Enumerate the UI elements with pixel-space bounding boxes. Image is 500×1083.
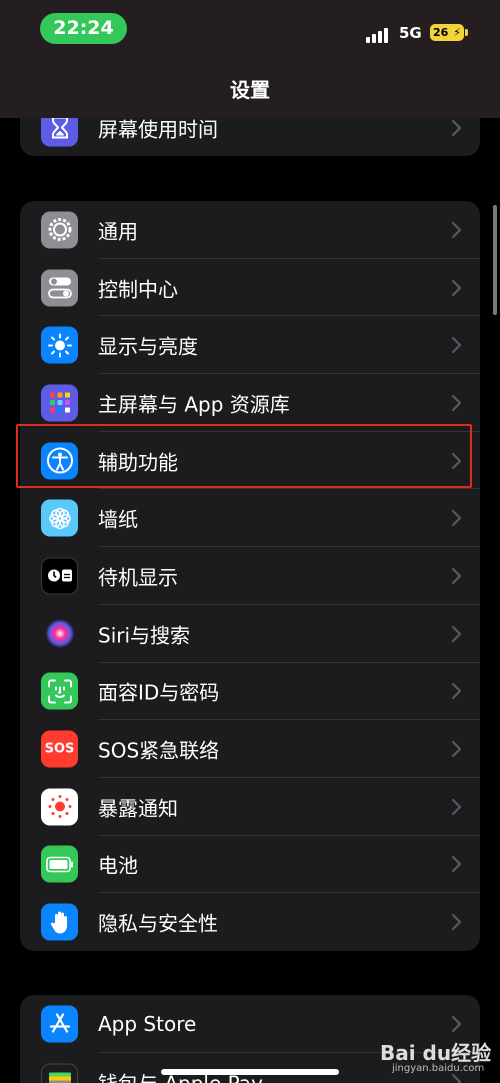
app-store-icon (41, 1005, 78, 1043)
settings-row-wallpaper[interactable]: 墙纸 (20, 489, 480, 548)
chevron-right-icon (451, 798, 462, 815)
face-id-icon (41, 672, 78, 710)
page-title: 设置 (230, 78, 270, 102)
baidu-watermark: Bai du经验 (380, 1041, 492, 1065)
chevron-right-icon (451, 119, 462, 136)
settings-row-privacy-security[interactable]: 隐私与安全性 (20, 893, 480, 951)
settings-row-label: App Store (98, 1011, 197, 1036)
chevron-right-icon (451, 740, 462, 758)
settings-row-display-brightness[interactable]: 显示与亮度 (20, 316, 480, 375)
settings-row-label: Siri与搜索 (98, 623, 191, 648)
settings-row-home-screen[interactable]: 主屏幕与 App 资源库 (20, 374, 480, 432)
settings-row-label: 显示与亮度 (98, 334, 198, 359)
settings-row-label: 隐私与安全性 (98, 911, 218, 936)
settings-row-label: 面容ID与密码 (98, 680, 220, 705)
settings-row-label: 主屏幕与 App 资源库 (98, 392, 290, 417)
settings-row-label: 待机显示 (98, 565, 178, 590)
settings-row-label: 辅助功能 (98, 450, 178, 475)
app-grid-icon (41, 384, 78, 422)
settings-row-label: 通用 (98, 219, 138, 244)
chevron-right-icon (451, 567, 462, 585)
settings-row-label: 电池 (98, 853, 138, 878)
settings-row-emergency-sos[interactable]: SOS SOS紧急联络 (20, 720, 480, 778)
settings-row-label: 控制中心 (98, 277, 178, 302)
sun-icon (41, 326, 78, 364)
cellular-signal-icon (366, 25, 392, 43)
chevron-right-icon (451, 1073, 462, 1083)
baidu-watermark-url: jingyan.baidu.com (392, 1063, 485, 1074)
sos-icon: SOS (41, 730, 78, 768)
settings-row-label: 暴露通知 (98, 796, 178, 821)
chevron-right-icon (451, 1015, 462, 1032)
settings-row-label: SOS紧急联络 (98, 738, 220, 763)
charging-bolt-icon: ⚡ (453, 26, 461, 39)
accessibility-icon (41, 442, 78, 480)
standby-icon (41, 557, 78, 595)
settings-row-face-id[interactable]: 面容ID与密码 (20, 663, 480, 721)
settings-row-exposure-notifications[interactable]: 暴露通知 (20, 778, 480, 836)
chevron-right-icon (451, 394, 462, 412)
flower-icon (41, 499, 78, 537)
settings-row-general[interactable]: 通用 (20, 201, 480, 259)
settings-row-battery[interactable]: 电池 (20, 836, 480, 894)
chevron-right-icon (451, 510, 462, 527)
chevron-right-icon (451, 221, 462, 238)
settings-group-main: 通用 控制中心 显示与亮度 主屏幕与 App 资源库 辅助功能 墙纸 待机显示 … (20, 201, 480, 951)
chevron-right-icon (451, 625, 462, 642)
battery-icon: 26 ⚡ (430, 24, 468, 41)
settings-row-accessibility[interactable]: 辅助功能 (20, 432, 480, 490)
settings-row-siri-search[interactable]: Siri与搜索 (20, 605, 480, 663)
status-bar: 22:24 5G 26 ⚡ (0, 0, 500, 60)
chevron-right-icon (451, 913, 462, 931)
home-indicator[interactable] (161, 1069, 339, 1075)
chevron-right-icon (451, 279, 462, 296)
siri-icon (41, 615, 78, 653)
gear-icon (41, 211, 78, 249)
chevron-right-icon (451, 337, 462, 354)
scrollbar[interactable] (493, 205, 497, 315)
chevron-right-icon (451, 452, 462, 469)
network-type: 5G (399, 24, 422, 42)
battery-level: 26 (433, 26, 449, 39)
exposure-icon (41, 788, 78, 826)
wallet-icon (41, 1063, 78, 1083)
settings-row-standby[interactable]: 待机显示 (20, 547, 480, 605)
sos-icon-text: SOS (44, 741, 75, 757)
settings-row-control-center[interactable]: 控制中心 (20, 259, 480, 317)
settings-row-label: 墙纸 (98, 507, 138, 532)
battery-icon (41, 845, 78, 883)
status-time[interactable]: 22:24 (40, 13, 127, 44)
toggle-icon (41, 269, 78, 307)
chevron-right-icon (451, 856, 462, 873)
hand-icon (41, 903, 78, 941)
chevron-right-icon (451, 683, 462, 700)
